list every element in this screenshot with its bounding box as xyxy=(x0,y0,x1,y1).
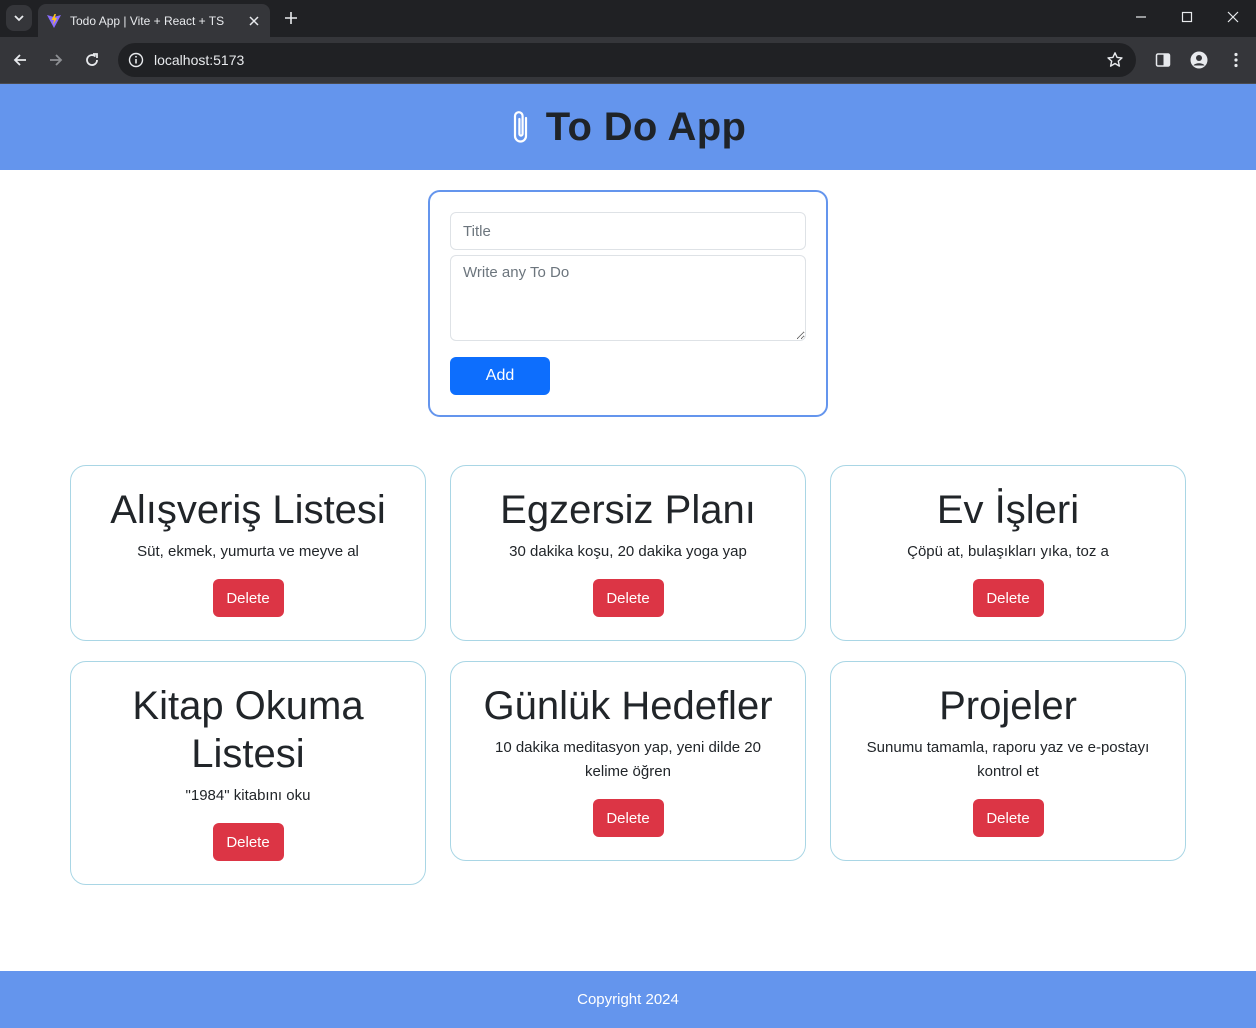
minimize-icon xyxy=(1136,15,1146,18)
forward-button[interactable] xyxy=(42,46,70,74)
todo-title: Kitap Okuma Listesi xyxy=(132,684,364,776)
todo-description: "1984" kitabını oku xyxy=(185,787,311,804)
todo-description: Çöpü at, bulaşıkları yıka, toz a xyxy=(907,543,1109,560)
todo-title: Egzersiz Planı xyxy=(500,488,756,532)
delete-button[interactable]: Delete xyxy=(212,579,284,617)
tab-search-button[interactable] xyxy=(6,5,32,31)
window-close-button[interactable] xyxy=(1210,0,1256,33)
delete-button[interactable]: Delete xyxy=(592,799,664,837)
todo-title: Günlük Hedefler xyxy=(483,684,773,728)
todo-card: Ev İşleri Çöpü at, bulaşıkları yıka, toz… xyxy=(830,465,1186,641)
back-button[interactable] xyxy=(6,46,34,74)
delete-button[interactable]: Delete xyxy=(592,579,664,617)
maximize-icon xyxy=(1181,11,1193,22)
todo-title: Alışveriş Listesi xyxy=(110,488,386,532)
side-panel-icon xyxy=(1155,53,1171,67)
side-panel-button[interactable] xyxy=(1151,48,1175,72)
maximize-button[interactable] xyxy=(1164,0,1210,33)
browser-toolbar: localhost:5173 xyxy=(0,37,1256,84)
delete-button[interactable]: Delete xyxy=(972,799,1044,837)
delete-button[interactable]: Delete xyxy=(212,823,284,861)
arrow-left-icon xyxy=(13,54,26,66)
todo-title: Ev İşleri xyxy=(936,488,1080,532)
close-icon xyxy=(249,15,259,26)
todo-textarea[interactable] xyxy=(450,255,806,341)
add-button[interactable]: Add xyxy=(450,357,550,395)
todo-description: Sunumu tamamla, raporu yaz ve e-postayı … xyxy=(866,739,1150,780)
profile-icon xyxy=(1190,51,1208,69)
browser-menu-button[interactable] xyxy=(1224,48,1248,72)
arrow-right-icon xyxy=(50,54,63,66)
minimize-button[interactable] xyxy=(1118,0,1164,33)
title-input[interactable] xyxy=(450,212,806,250)
todo-description: Süt, ekmek, yumurta ve meyve al xyxy=(137,543,359,560)
app-title: To Do App xyxy=(545,104,747,149)
plus-icon xyxy=(285,12,297,24)
bookmark-button[interactable] xyxy=(1106,51,1124,74)
star-icon xyxy=(1107,52,1123,67)
browser-tab[interactable]: Todo App | Vite + React + TS xyxy=(38,4,270,37)
paperclip-icon xyxy=(513,111,527,143)
todo-description: 30 dakika koşu, 20 dakika yoga yap xyxy=(509,543,747,560)
add-todo-form: Add xyxy=(428,190,828,417)
todo-description: 10 dakika meditasyon yap, yeni dilde 20 … xyxy=(494,739,761,780)
todo-title: Projeler xyxy=(939,684,1077,728)
tab-close-button[interactable] xyxy=(246,13,262,29)
close-icon xyxy=(1227,11,1239,22)
info-icon[interactable] xyxy=(128,52,144,68)
url-text[interactable]: localhost:5173 xyxy=(154,52,244,68)
address-bar[interactable]: localhost:5173 xyxy=(118,43,1136,77)
chevron-down-icon xyxy=(14,15,24,22)
todo-card: Projeler Sunumu tamamla, raporu yaz ve e… xyxy=(830,661,1186,861)
browser-tab-bar: Todo App | Vite + React + TS xyxy=(0,0,1256,37)
more-vert-icon xyxy=(1234,52,1238,68)
new-tab-button[interactable] xyxy=(280,7,302,29)
todo-card: Günlük Hedefler 10 dakika meditasyon yap… xyxy=(450,661,806,861)
reload-button[interactable] xyxy=(78,46,106,74)
tab-title: Todo App | Vite + React + TS xyxy=(70,13,225,28)
todo-card: Kitap Okuma Listesi "1984" kitabını oku … xyxy=(70,661,426,885)
vite-logo-icon xyxy=(47,13,61,28)
todo-card: Alışveriş Listesi Süt, ekmek, yumurta ve… xyxy=(70,465,426,641)
reload-icon xyxy=(86,53,98,66)
copyright-text: Copyright 2024 xyxy=(577,991,679,1008)
profile-button[interactable] xyxy=(1187,48,1211,72)
app-footer: Copyright 2024 xyxy=(0,971,1256,1028)
todo-card: Egzersiz Planı 30 dakika koşu, 20 dakika… xyxy=(450,465,806,641)
app-header: To Do App xyxy=(0,84,1256,170)
delete-button[interactable]: Delete xyxy=(972,579,1044,617)
